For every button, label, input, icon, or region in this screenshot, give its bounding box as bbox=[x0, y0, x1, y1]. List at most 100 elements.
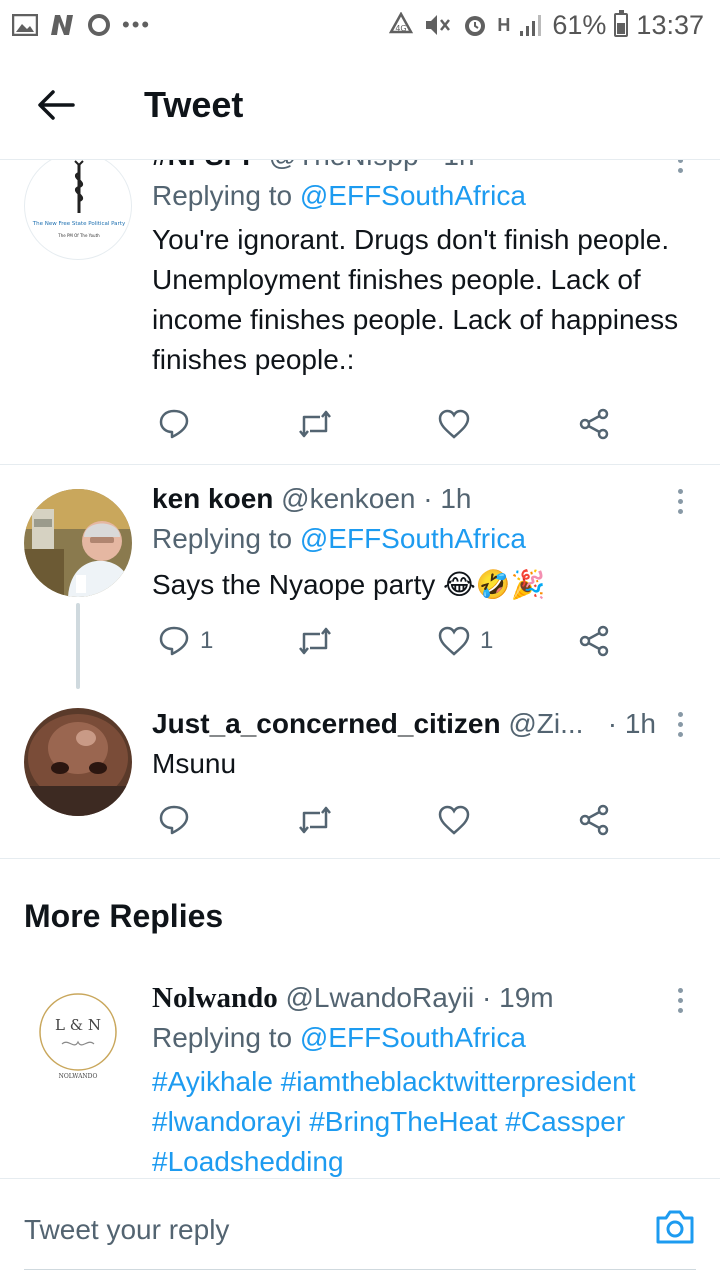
avatar[interactable] bbox=[24, 489, 132, 597]
alarm-icon bbox=[465, 16, 486, 36]
back-button[interactable] bbox=[0, 89, 112, 121]
replying-to: Replying to @EFFSouthAfrica bbox=[152, 519, 696, 559]
tweet-time: · 1h bbox=[426, 160, 474, 171]
tweet-header: ken koen @kenkoen · 1h bbox=[152, 481, 696, 517]
share-button[interactable] bbox=[578, 804, 610, 836]
reply-icon bbox=[159, 805, 189, 835]
avatar[interactable]: The New Free State Political Party The P… bbox=[24, 160, 132, 260]
more-options-button[interactable] bbox=[670, 160, 690, 173]
tweet-text: Says the Nyaope party 😂🤣🎉 bbox=[152, 569, 546, 600]
author-handle[interactable]: @Zi... bbox=[508, 708, 583, 739]
tweet-body: Nolwando @LwandoRayii · 19m Replying to … bbox=[152, 980, 696, 1178]
replying-prefix: Replying to bbox=[152, 180, 293, 211]
replying-prefix: Replying to bbox=[152, 523, 293, 554]
nfspp-logo-icon: The New Free State Political Party The P… bbox=[32, 160, 126, 238]
hashtag-link[interactable]: #Loadshedding bbox=[152, 1146, 344, 1177]
share-button[interactable] bbox=[578, 408, 610, 440]
tweet-header: Nolwando @LwandoRayii · 19m bbox=[152, 980, 696, 1016]
tweet-text: Msunu bbox=[152, 748, 237, 779]
mention-link[interactable]: @EFFSouthAfrica bbox=[300, 180, 526, 211]
mute-icon bbox=[426, 15, 451, 35]
avatar-subcaption: The PM Of The Youth bbox=[57, 233, 100, 238]
o-icon bbox=[88, 14, 110, 36]
gallery-icon bbox=[12, 14, 38, 36]
camera-button[interactable] bbox=[654, 1208, 696, 1251]
camera-icon bbox=[656, 1210, 694, 1244]
tweet-time: · 1h bbox=[607, 708, 656, 739]
clock: 13:37 bbox=[636, 9, 704, 40]
share-icon bbox=[579, 408, 609, 440]
tweet-time: · 19m bbox=[482, 982, 554, 1013]
battery-icon bbox=[614, 10, 629, 37]
reply-icon bbox=[159, 409, 189, 439]
heart-icon bbox=[438, 626, 470, 656]
replying-to: Replying to @EFFSouthAfrica bbox=[152, 1018, 696, 1058]
tweet-item[interactable]: The New Free State Political Party The P… bbox=[0, 160, 720, 465]
tweet-actions: 1 1 bbox=[152, 619, 632, 663]
mention-link[interactable]: @EFFSouthAfrica bbox=[300, 1022, 526, 1053]
like-button[interactable]: 1 bbox=[438, 626, 493, 656]
tweet-thread[interactable]: The New Free State Political Party The P… bbox=[0, 160, 720, 1178]
share-button[interactable] bbox=[578, 625, 610, 657]
status-right-icons: 4G H 61% 13:37 bbox=[387, 10, 704, 41]
thread-connector bbox=[76, 603, 80, 689]
user-photo-icon bbox=[24, 489, 132, 597]
like-count: 1 bbox=[480, 627, 494, 654]
retweet-icon bbox=[299, 627, 331, 655]
more-options-button[interactable] bbox=[670, 489, 690, 514]
avatar-caption: The New Free State Political Party bbox=[32, 221, 126, 227]
retweet-button[interactable] bbox=[298, 409, 332, 439]
reply-button[interactable] bbox=[158, 408, 200, 440]
author-handle[interactable]: @LwandoRayii bbox=[285, 982, 474, 1013]
reply-icon bbox=[159, 626, 189, 656]
more-replies-heading: More Replies bbox=[24, 898, 224, 934]
divider bbox=[0, 858, 720, 859]
reply-input[interactable]: Tweet your reply bbox=[24, 1214, 229, 1246]
author-name[interactable]: #NFSPP bbox=[152, 160, 261, 171]
status-bar: ••• 4G H 61% 13:37 bbox=[0, 0, 720, 50]
signal-icon bbox=[520, 15, 542, 36]
recycle-icon: 4G bbox=[389, 12, 414, 34]
hashtag-link[interactable]: #Cassper bbox=[505, 1106, 625, 1137]
reply-button[interactable] bbox=[158, 804, 200, 836]
hashtag-link[interactable]: #BringTheHeat bbox=[309, 1106, 497, 1137]
tweet-body: #NFSPP @TheNfspp · 1h Replying to @EFFSo… bbox=[152, 160, 696, 380]
avatar[interactable] bbox=[24, 708, 132, 816]
tweet-header: #NFSPP @TheNfspp · 1h bbox=[152, 160, 696, 174]
more-notifications-icon: ••• bbox=[122, 12, 152, 37]
author-handle[interactable]: @kenkoen bbox=[281, 483, 415, 514]
author-name[interactable]: ken koen bbox=[152, 483, 273, 514]
tweet-item[interactable]: L & N NOLWANDO Nolwando @LwandoRayii · 1… bbox=[0, 972, 720, 1178]
like-button[interactable] bbox=[438, 805, 480, 835]
reply-button[interactable]: 1 bbox=[158, 625, 213, 657]
more-options-button[interactable] bbox=[670, 712, 690, 737]
hashtag-link[interactable]: #Ayikhale bbox=[152, 1066, 273, 1097]
tweet-actions bbox=[152, 798, 632, 842]
tweet-actions bbox=[152, 402, 632, 446]
more-options-button[interactable] bbox=[670, 988, 690, 1013]
tweet-time: · 1h bbox=[423, 483, 472, 514]
tweet-text: You're ignorant. Drugs don't finish peop… bbox=[152, 224, 679, 375]
battery-percent: 61% bbox=[552, 9, 607, 40]
user-photo-icon bbox=[24, 708, 132, 816]
avatar[interactable]: L & N NOLWANDO bbox=[24, 982, 132, 1090]
author-handle[interactable]: @TheNfspp bbox=[269, 160, 419, 171]
author-name[interactable]: Just_a_concerned_citizen bbox=[152, 708, 501, 739]
mention-link[interactable]: @EFFSouthAfrica bbox=[300, 523, 526, 554]
author-name[interactable]: Nolwando bbox=[152, 982, 278, 1014]
retweet-button[interactable] bbox=[298, 805, 332, 835]
tweet-body: ken koen @kenkoen · 1h Replying to @EFFS… bbox=[152, 481, 696, 605]
retweet-button[interactable] bbox=[298, 626, 332, 656]
n-icon bbox=[51, 15, 73, 35]
heart-icon bbox=[438, 805, 470, 835]
hashtag-link[interactable]: #lwandorayi bbox=[152, 1106, 301, 1137]
retweet-icon bbox=[299, 410, 331, 438]
app-bar: Tweet bbox=[0, 50, 720, 160]
tweet-item[interactable]: Just_a_concerned_citizen @Zi... Msunu · … bbox=[0, 690, 720, 858]
network-type: H bbox=[497, 14, 511, 35]
reply-composer[interactable]: Tweet your reply bbox=[0, 1178, 720, 1280]
like-button[interactable] bbox=[438, 409, 480, 439]
tweet-item[interactable]: ken koen @kenkoen · 1h Replying to @EFFS… bbox=[0, 465, 720, 689]
replying-prefix: Replying to bbox=[152, 1022, 293, 1053]
hashtag-link[interactable]: #iamtheblacktwitterpresident bbox=[281, 1066, 636, 1097]
